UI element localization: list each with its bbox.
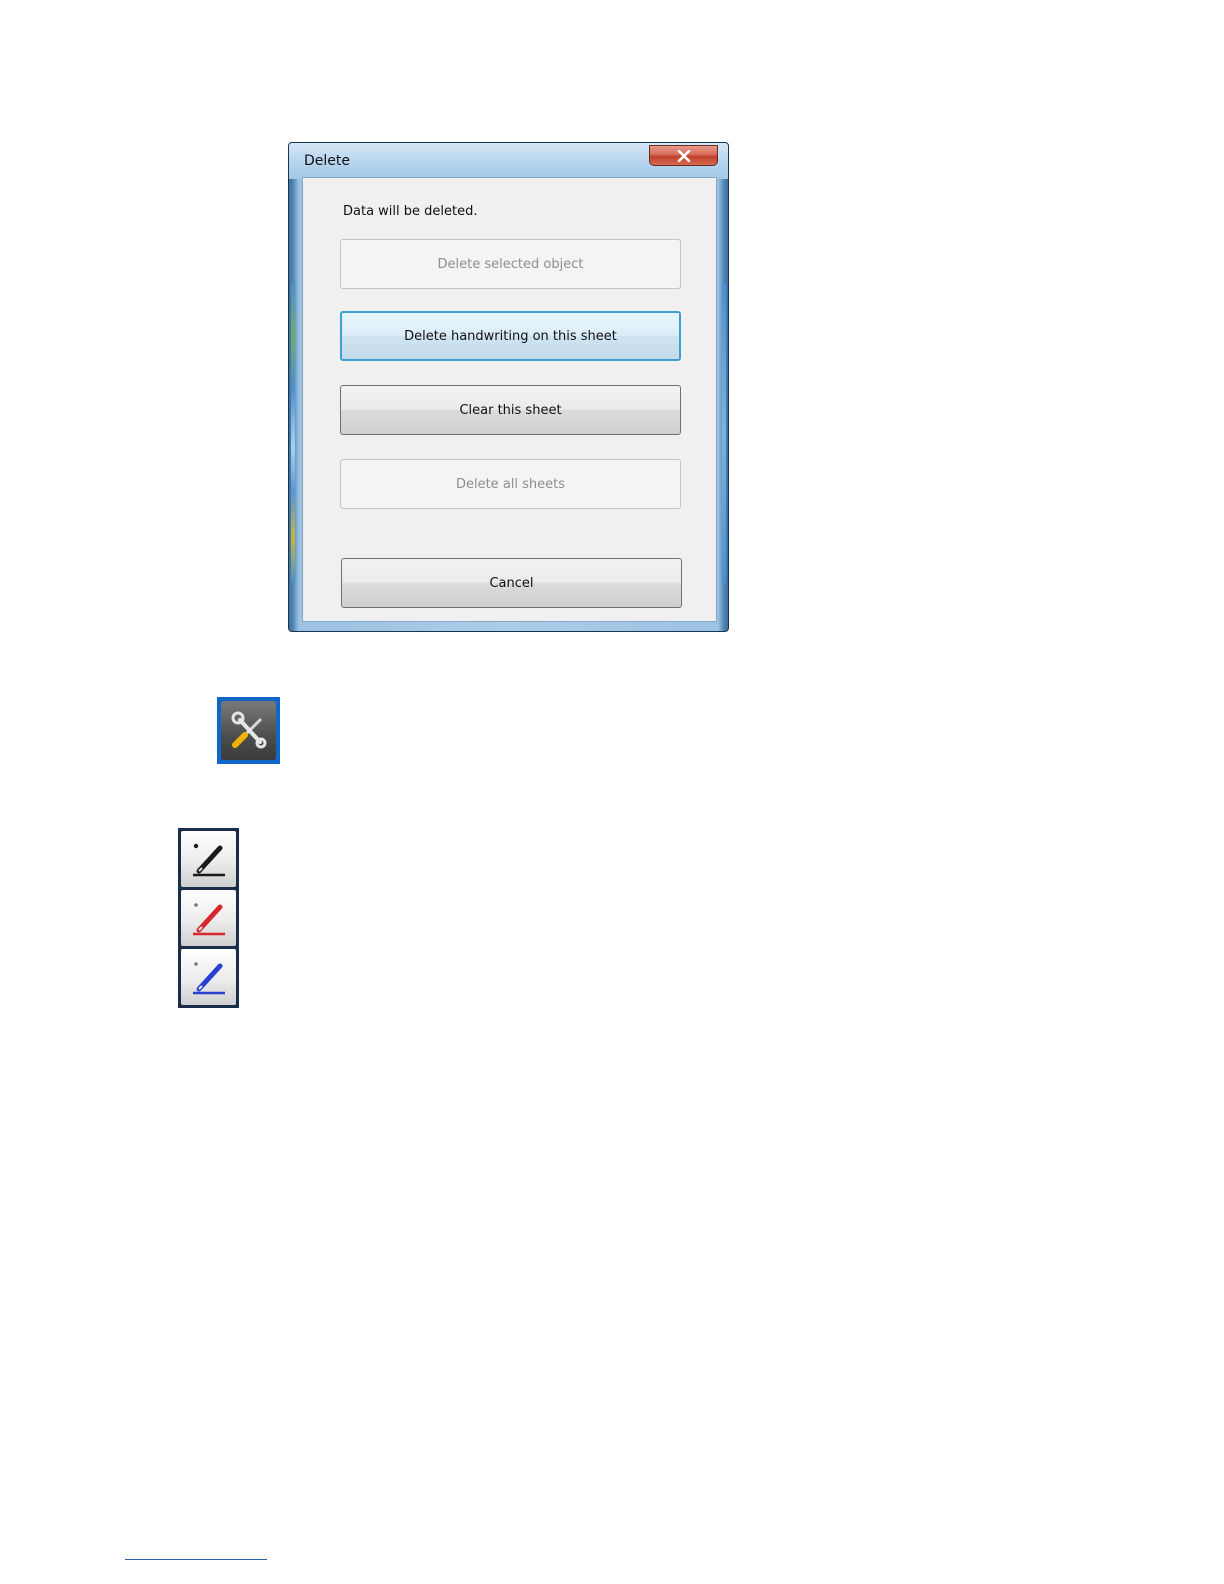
delete-handwriting-button[interactable]: Delete handwriting on this sheet [340, 311, 681, 361]
window-frame-left [291, 283, 295, 583]
close-icon [677, 149, 690, 162]
dialog-content: Data will be deleted. Delete selected ob… [302, 177, 717, 622]
blue-pen-button[interactable] [181, 949, 236, 1005]
blue-pen-icon [192, 962, 225, 995]
close-button[interactable] [649, 145, 718, 166]
dialog-title: Delete [304, 153, 350, 169]
black-pen-icon [192, 843, 225, 877]
red-pen-icon [192, 903, 225, 936]
tools-button[interactable] [217, 697, 280, 764]
tools-icon [221, 701, 276, 760]
footnote-divider [125, 1559, 267, 1560]
delete-all-sheets-button[interactable]: Delete all sheets [340, 459, 681, 509]
red-pen-button[interactable] [181, 890, 236, 946]
pen-toolbar [178, 828, 239, 1008]
window-frame-right [722, 283, 726, 583]
delete-selected-object-button[interactable]: Delete selected object [340, 239, 681, 289]
clear-sheet-button[interactable]: Clear this sheet [340, 385, 681, 435]
delete-dialog: Delete Data will be deleted. Delete sele… [288, 142, 729, 632]
dialog-message: Data will be deleted. [343, 204, 478, 219]
cancel-button[interactable]: Cancel [341, 558, 682, 608]
black-pen-button[interactable] [181, 831, 236, 887]
